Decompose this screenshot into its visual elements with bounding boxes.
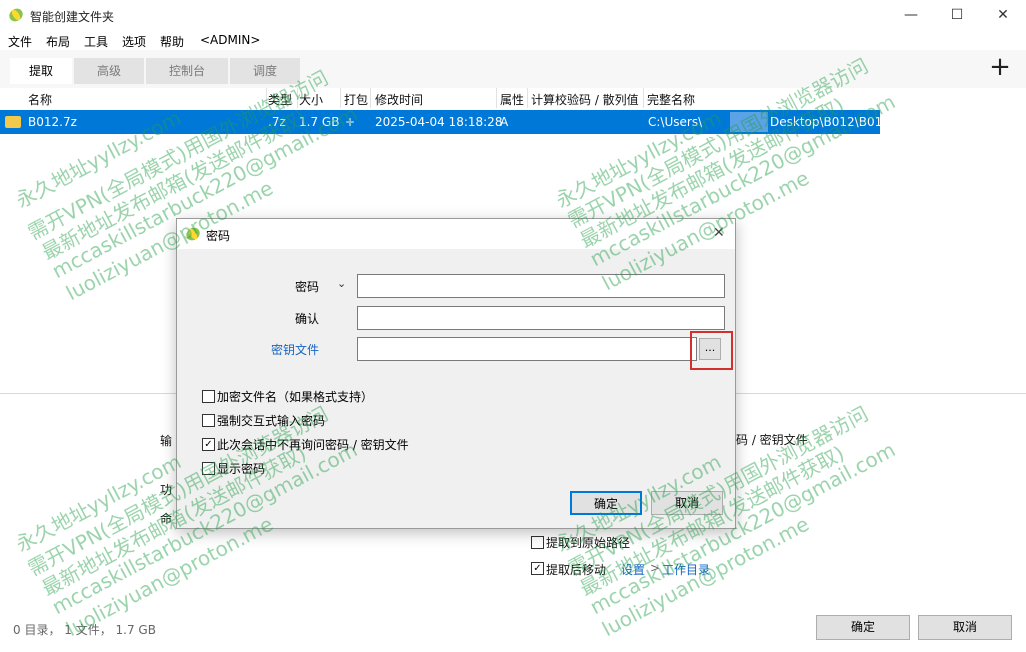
column-header-fullname[interactable]: 完整名称 <box>647 91 695 108</box>
column-header-pack[interactable]: 打包 <box>344 91 368 108</box>
move-after-extract-checkbox[interactable]: ✓ <box>531 562 544 575</box>
confirm-password-input[interactable] <box>357 306 725 330</box>
no-ask-session-label: 此次会话中不再询问密码 / 密钥文件 <box>217 438 409 452</box>
archive-icon <box>5 116 21 128</box>
tab-console[interactable]: 控制台 <box>146 58 228 84</box>
column-separator[interactable] <box>266 88 267 108</box>
row-name: B012.7z <box>28 115 77 129</box>
menu-options[interactable]: 选项 <box>122 33 146 50</box>
tab-extract[interactable]: 提取 <box>10 58 72 84</box>
row-fullname-prefix: C:\Users\ <box>648 115 703 129</box>
add-icon[interactable]: + <box>989 54 1011 80</box>
close-window-button[interactable]: ✕ <box>980 0 1026 30</box>
column-separator[interactable] <box>370 88 371 108</box>
row-modified: 2025-04-04 18:18:28 <box>375 115 503 129</box>
column-header-modified[interactable]: 修改时间 <box>375 91 423 108</box>
partial-label: 输 <box>160 434 173 448</box>
menu-bar <box>0 30 1026 50</box>
password-label: 密码 <box>295 280 320 294</box>
browse-keyfile-button[interactable]: ... <box>699 338 721 360</box>
menu-tools[interactable]: 工具 <box>84 33 108 50</box>
ok-button[interactable]: 确定 <box>816 615 910 640</box>
column-separator[interactable] <box>340 88 341 108</box>
minimize-button[interactable]: — <box>888 0 934 30</box>
partial-label: 功 <box>160 483 173 497</box>
workdir-link[interactable]: 工作目录 <box>662 561 710 578</box>
column-separator[interactable] <box>643 88 644 108</box>
row-attr: A <box>500 115 509 129</box>
dialog-cancel-button[interactable]: 取消 <box>651 491 723 515</box>
show-password-checkbox[interactable] <box>202 462 215 475</box>
partial-option-label: 码 / 密钥文件 <box>736 433 808 447</box>
encrypt-filenames-label: 加密文件名（如果格式支持） <box>217 390 374 404</box>
status-bar: 0 目录， 1 文件， 1.7 GB <box>13 623 156 637</box>
app-logo-icon <box>186 227 200 241</box>
column-separator[interactable] <box>297 88 298 108</box>
chevron-down-icon[interactable]: ⌄ <box>337 277 346 290</box>
extract-original-path-checkbox[interactable] <box>531 536 544 549</box>
force-interactive-checkbox[interactable] <box>202 414 215 427</box>
show-password-label: 显示密码 <box>217 462 266 476</box>
column-header-checksum[interactable]: 计算校验码 / 散列值 <box>531 91 639 108</box>
dialog-close-button[interactable]: ✕ <box>713 225 725 241</box>
password-dialog: 密码 ✕ 密码 ⌄ 确认 密钥文件 ... 加密文件名（如果格式支持） 强制交互… <box>176 218 736 529</box>
menu-admin[interactable]: <ADMIN> <box>200 33 260 47</box>
row-size: 1.7 GB <box>299 115 340 129</box>
encrypt-filenames-checkbox[interactable] <box>202 390 215 403</box>
partial-label: 命 <box>160 512 173 526</box>
column-header-name[interactable]: 名称 <box>28 91 52 108</box>
column-header-attr[interactable]: 属性 <box>500 91 524 108</box>
menu-help[interactable]: 帮助 <box>160 33 184 50</box>
no-ask-session-checkbox[interactable]: ✓ <box>202 438 215 451</box>
dialog-ok-button[interactable]: 确定 <box>570 491 642 515</box>
title-bar <box>0 0 1026 30</box>
arrow-separator: > <box>650 561 661 575</box>
dialog-title: 密码 <box>206 229 231 243</box>
tab-advanced[interactable]: 高级 <box>74 58 144 84</box>
row-fullname-suffix: Desktop\B012\B012.7z <box>770 115 908 129</box>
app-logo-icon <box>9 8 23 22</box>
cancel-button[interactable]: 取消 <box>918 615 1012 640</box>
column-header-size[interactable]: 大小 <box>299 91 323 108</box>
watermark-text: 永久地址yyllzy.com <box>11 449 186 557</box>
keyfile-label-link[interactable]: 密钥文件 <box>271 341 319 358</box>
tab-schedule[interactable]: 调度 <box>230 58 300 84</box>
password-input[interactable] <box>357 274 725 298</box>
menu-file[interactable]: 文件 <box>8 33 32 50</box>
move-after-extract-label: 提取后移动 <box>546 563 607 577</box>
dialog-title-bar <box>177 219 735 249</box>
window-title: 智能创建文件夹 <box>30 10 115 24</box>
row-type: .7z <box>268 115 286 129</box>
menu-layout[interactable]: 布局 <box>46 33 70 50</box>
column-separator[interactable] <box>496 88 497 108</box>
settings-link[interactable]: 设置 <box>621 561 645 578</box>
redacted-block <box>730 112 768 132</box>
column-separator[interactable] <box>527 88 528 108</box>
keyfile-input[interactable] <box>357 337 697 361</box>
force-interactive-label: 强制交互式输入密码 <box>217 414 326 428</box>
row-pack: + <box>345 115 356 129</box>
maximize-button[interactable]: ☐ <box>934 0 980 30</box>
column-header-type[interactable]: 类型 <box>268 91 292 108</box>
confirm-label: 确认 <box>295 312 320 326</box>
extract-original-path-label: 提取到原始路径 <box>546 536 631 550</box>
